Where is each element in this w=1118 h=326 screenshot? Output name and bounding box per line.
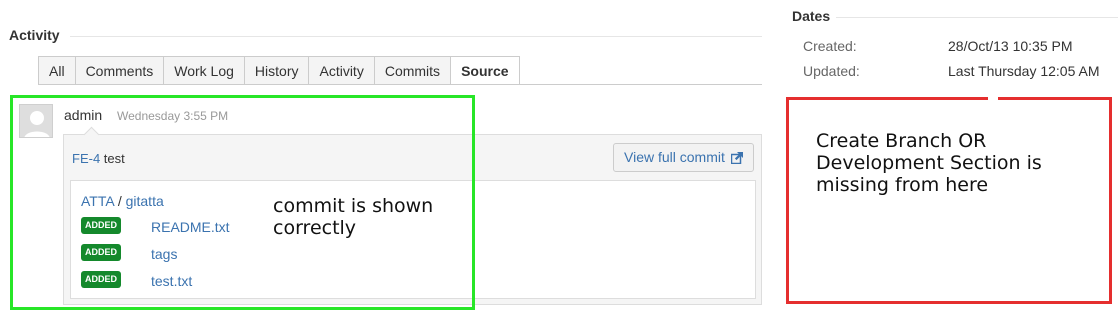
created-value: 28/Oct/13 10:35 PM — [948, 38, 1073, 54]
tab-commits[interactable]: Commits — [373, 56, 451, 85]
tab-work-log[interactable]: Work Log — [163, 56, 244, 85]
green-annotation-note: commit is shown correctly — [273, 195, 434, 239]
dates-divider — [836, 17, 1118, 18]
tab-source[interactable]: Source — [450, 56, 520, 85]
red-box-gap — [988, 95, 998, 100]
red-annotation-note: Create Branch OR Development Section is … — [816, 130, 1042, 196]
tab-history[interactable]: History — [243, 56, 309, 85]
tab-all[interactable]: All — [38, 56, 75, 85]
external-link-icon — [731, 152, 743, 164]
activity-section-title: Activity — [9, 27, 60, 43]
tabs-divider — [38, 84, 762, 85]
view-full-commit-button[interactable]: View full commit — [613, 143, 754, 172]
created-label: Created: — [803, 38, 857, 54]
red-highlight-box — [786, 97, 1112, 304]
dates-section-title: Dates — [792, 8, 831, 24]
activity-tabs: All Comments Work Log History Activity C… — [38, 56, 520, 85]
updated-label: Updated: — [803, 63, 860, 79]
tab-comments[interactable]: Comments — [74, 56, 164, 85]
tab-activity[interactable]: Activity — [308, 56, 374, 85]
activity-divider — [70, 36, 762, 37]
view-full-commit-label: View full commit — [624, 149, 725, 165]
updated-value: Last Thursday 12:05 AM — [948, 63, 1100, 79]
